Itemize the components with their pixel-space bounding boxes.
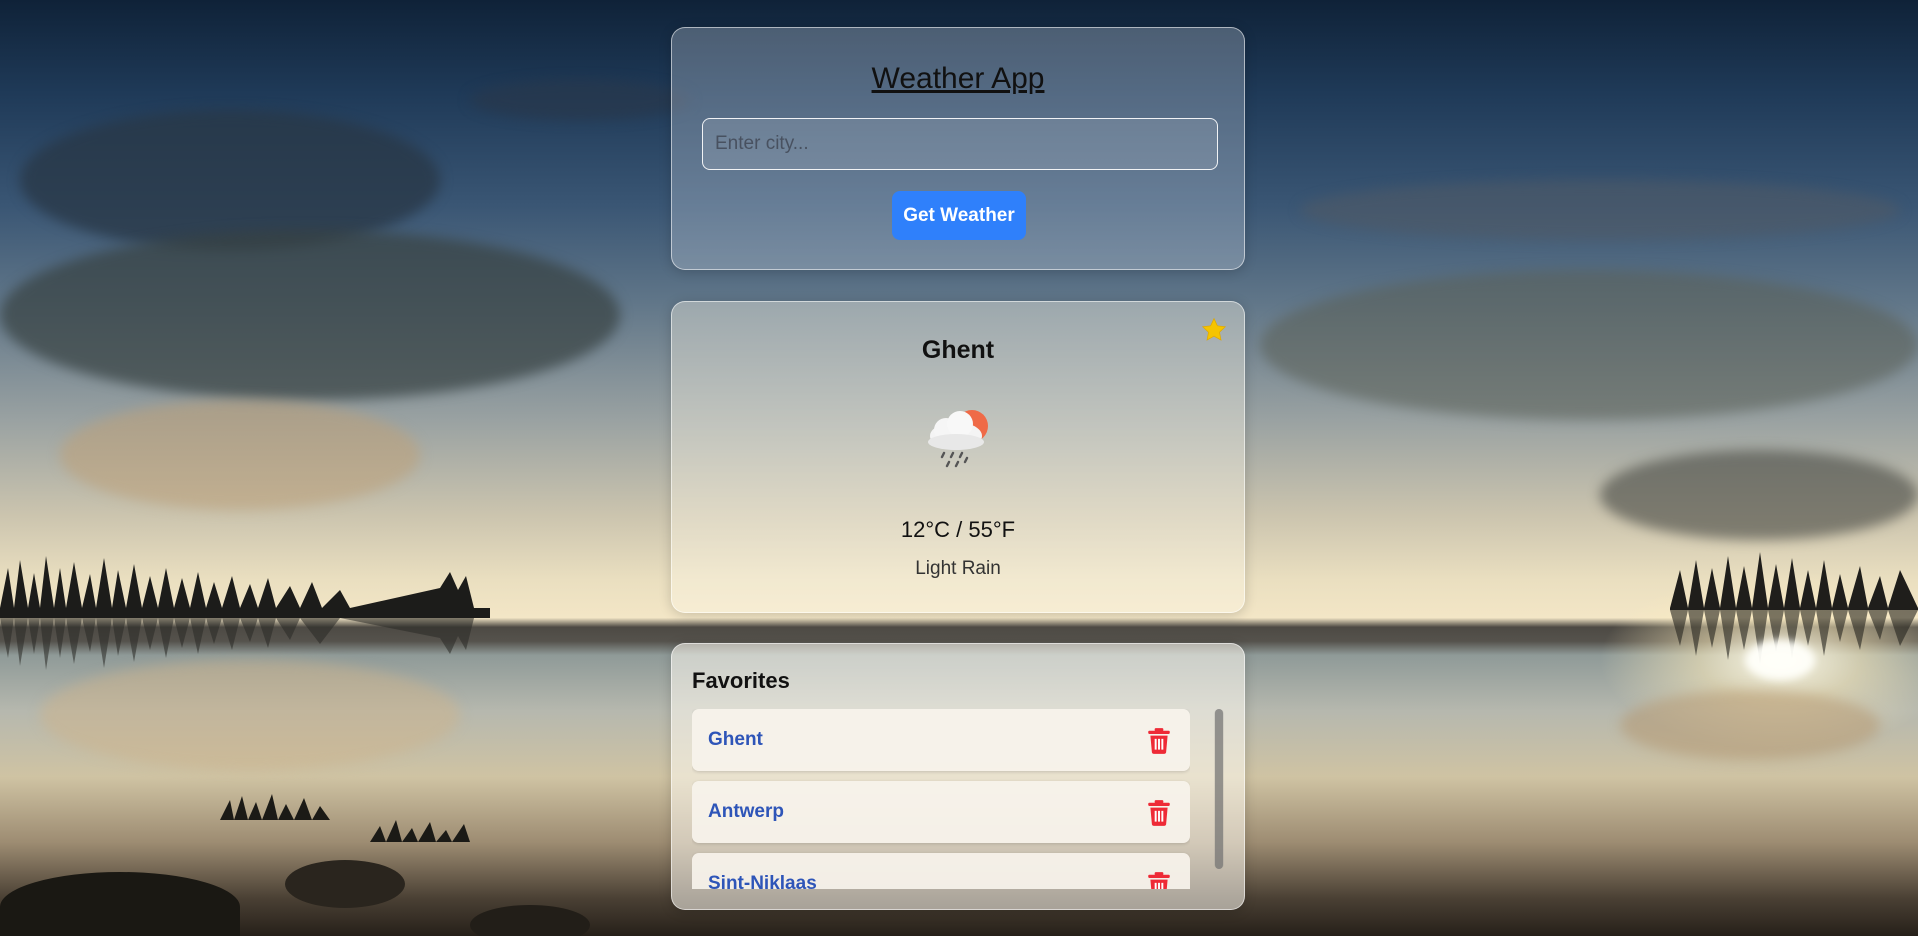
favorite-item-label[interactable]: Ghent	[708, 729, 763, 751]
city-search-input[interactable]	[702, 118, 1218, 170]
rock-shape	[0, 872, 240, 936]
city-name: Ghent	[921, 336, 995, 364]
tree-line-right	[1670, 552, 1918, 610]
favorites-scrollbar[interactable]	[1214, 709, 1224, 869]
favorites-card: Favorites Ghent Antwerp Sint-Niklaas	[671, 643, 1245, 910]
trash-icon[interactable]	[1146, 727, 1172, 755]
rock-shape	[285, 860, 405, 908]
search-card: Weather App Get Weather	[671, 27, 1245, 270]
cloud-shape	[0, 230, 620, 400]
favorite-item-label[interactable]: Sint-Niklaas	[708, 873, 817, 889]
cloud-shape	[60, 400, 420, 510]
sun-glow	[1745, 640, 1815, 680]
tree-reflection-left	[0, 618, 474, 670]
favorite-item-label[interactable]: Antwerp	[708, 801, 784, 823]
app-title: Weather App	[871, 62, 1045, 95]
favorites-title: Favorites	[692, 668, 790, 693]
cloud-shape	[20, 110, 440, 250]
favorites-list[interactable]: Ghent Antwerp Sint-Niklaas	[692, 709, 1190, 889]
cloud-shape	[1260, 270, 1918, 420]
tree-line-left	[0, 556, 490, 618]
weather-card: Ghent 12°C / 55°F Light Rain	[671, 301, 1245, 613]
cloud-shape	[470, 80, 690, 120]
trash-icon[interactable]	[1146, 871, 1172, 889]
cloud-shape	[1620, 690, 1880, 760]
favorite-item[interactable]: Antwerp	[692, 781, 1190, 843]
cloud-shape	[1300, 180, 1900, 240]
reeds-shape	[220, 794, 470, 842]
favorite-item[interactable]: Ghent	[692, 709, 1190, 771]
cloud-shape	[1600, 450, 1918, 540]
weather-description: Light Rain	[915, 558, 1001, 579]
scrollbar-thumb[interactable]	[1215, 709, 1223, 869]
favorite-item[interactable]: Sint-Niklaas	[692, 853, 1190, 889]
get-weather-button[interactable]: Get Weather	[892, 191, 1026, 240]
trash-icon[interactable]	[1146, 799, 1172, 827]
temperature-value: 12°C / 55°F	[900, 517, 1016, 542]
rock-shape	[470, 905, 590, 936]
cloud-sun-rain-icon	[928, 410, 988, 468]
